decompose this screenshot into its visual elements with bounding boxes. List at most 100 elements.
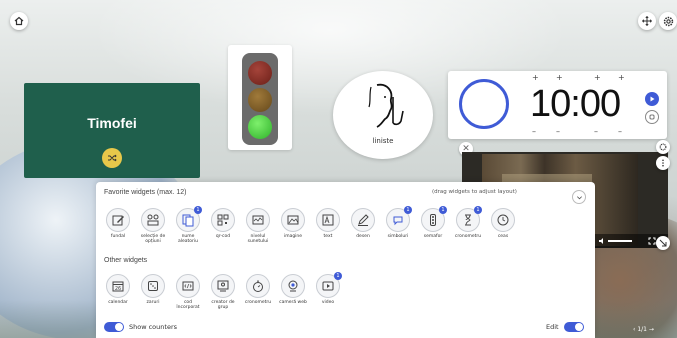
widget-stopwatch[interactable]: cronometru (240, 274, 276, 318)
widget-label: simboluri (387, 234, 409, 239)
minutes-minus-button[interactable]: – (594, 127, 598, 136)
collapse-drawer-button[interactable] (572, 190, 586, 204)
silence-face-icon (368, 83, 404, 128)
widget-label: qr-cod (215, 234, 231, 239)
widget-label: cod încorporat (176, 300, 200, 311)
calendar-icon: 26 (112, 281, 124, 292)
play-button[interactable] (645, 92, 659, 106)
favorites-heading: Favorite widgets (max. 12) (104, 189, 187, 196)
settings-button[interactable] (659, 12, 677, 30)
reset-button[interactable] (645, 110, 659, 124)
hours-plus-button[interactable]: + (532, 73, 539, 82)
widget-label: cronometru (244, 300, 272, 305)
widget-qr-code[interactable]: qr-cod (205, 208, 241, 252)
chevron-down-icon (576, 195, 582, 199)
widget-label: zaruri (146, 300, 160, 305)
widget-webcam[interactable]: cameră web (275, 274, 311, 318)
shuffle-button[interactable] (102, 148, 122, 168)
hours-minus-button[interactable]: – (532, 127, 536, 136)
widget-background[interactable]: fundal (100, 208, 136, 252)
edit-label: Edit (546, 323, 559, 331)
edit-toggle[interactable] (564, 322, 584, 332)
widget-label: calendar (108, 300, 128, 305)
calendar-day: 26 (115, 286, 121, 292)
widget-count-badge: 1 (439, 206, 447, 214)
video-settings-button[interactable] (656, 140, 670, 154)
widget-count-badge: 1 (474, 206, 482, 214)
widget-video[interactable]: 1 video (310, 272, 346, 318)
timer-display[interactable]: 10:00 (530, 83, 621, 126)
move-button[interactable] (638, 12, 656, 30)
widget-dice[interactable]: zaruri (135, 274, 171, 318)
widget-label: cronometru (454, 234, 482, 239)
amber-lamp[interactable] (248, 88, 272, 112)
clock-icon (497, 214, 509, 226)
sound-level-icon (252, 215, 264, 225)
seconds-minus-button[interactable]: – (618, 127, 622, 136)
widget-symbols[interactable]: 1 simboluri (380, 206, 416, 252)
widget-label: video (321, 300, 335, 305)
widget-label: creator de grup (211, 300, 235, 311)
shuffle-icon (108, 154, 117, 162)
quiet-symbol-widget[interactable]: liniste (333, 71, 433, 159)
stopwatch-icon (253, 280, 263, 292)
gear-icon (663, 16, 673, 26)
volume-slider[interactable] (608, 240, 632, 242)
volume-icon[interactable] (598, 237, 606, 245)
widget-label: text (323, 234, 333, 239)
widget-drawing[interactable]: desen (345, 208, 381, 252)
widget-timer[interactable]: 1 cronometru (450, 206, 486, 252)
widget-calendar[interactable]: 26 calendar (100, 274, 136, 318)
random-name-widget[interactable]: Timofei (24, 83, 200, 178)
page-indicator[interactable]: ‹ 1/1 → (633, 326, 654, 333)
widget-traffic-light[interactable]: 1 semafor (415, 206, 451, 252)
widget-text[interactable]: text (310, 208, 346, 252)
other-widgets-heading: Other widgets (104, 257, 148, 264)
widget-clock[interactable]: ceas (485, 208, 521, 252)
more-options-button[interactable] (656, 156, 670, 170)
resize-arrow-icon (659, 239, 667, 247)
widget-count-badge: 1 (334, 272, 342, 280)
widget-count-badge: 1 (194, 206, 202, 214)
resize-handle[interactable] (656, 236, 670, 250)
group-maker-icon (217, 280, 229, 292)
page-number: 1/1 (637, 326, 647, 333)
qr-code-icon (217, 214, 229, 226)
next-page-icon[interactable]: → (647, 326, 654, 333)
home-icon (14, 16, 24, 26)
kebab-menu-icon (662, 159, 664, 167)
fullscreen-icon[interactable] (648, 237, 656, 245)
show-counters-toggle[interactable] (104, 322, 124, 332)
widget-image[interactable]: imagine (275, 208, 311, 252)
dice-icon (148, 281, 158, 291)
selector-icon (147, 214, 159, 226)
green-lamp[interactable] (248, 115, 272, 139)
hours-minus-button-2[interactable]: – (556, 127, 560, 136)
embed-code-icon (182, 281, 194, 291)
seconds-plus-button[interactable]: + (618, 73, 625, 82)
widget-label: imagine (283, 234, 303, 239)
show-counters-label: Show counters (129, 323, 178, 331)
widget-group-maker[interactable]: creator de grup (205, 274, 241, 318)
home-button[interactable] (10, 12, 28, 30)
widget-label: ceas (497, 234, 509, 239)
widget-random-name[interactable]: 1 nume aleatoriu (170, 206, 206, 252)
widget-sound-level[interactable]: nivelul sunetului (240, 208, 276, 252)
red-lamp[interactable] (248, 61, 272, 85)
timer-progress-ring (459, 79, 509, 129)
selected-name: Timofei (87, 115, 137, 131)
hourglass-icon (465, 214, 471, 226)
widget-count-badge: 1 (404, 206, 412, 214)
hours-plus-button-2[interactable]: + (556, 73, 563, 82)
widget-drawer: Favorite widgets (max. 12) (drag widgets… (96, 182, 595, 338)
minutes-plus-button[interactable]: + (594, 73, 601, 82)
traffic-light-icon (430, 214, 436, 226)
video-icon (322, 281, 334, 291)
webcam-icon (288, 280, 298, 292)
widget-selector[interactable]: selecție de opțiuni (135, 208, 171, 252)
widget-label: cameră web (279, 300, 307, 305)
widget-label: nivelul sunetului (247, 234, 269, 245)
timer-widget[interactable]: + + + + 10:00 – – – – (448, 71, 667, 139)
widget-embed[interactable]: cod încorporat (170, 274, 206, 318)
traffic-light-widget[interactable] (228, 45, 292, 150)
